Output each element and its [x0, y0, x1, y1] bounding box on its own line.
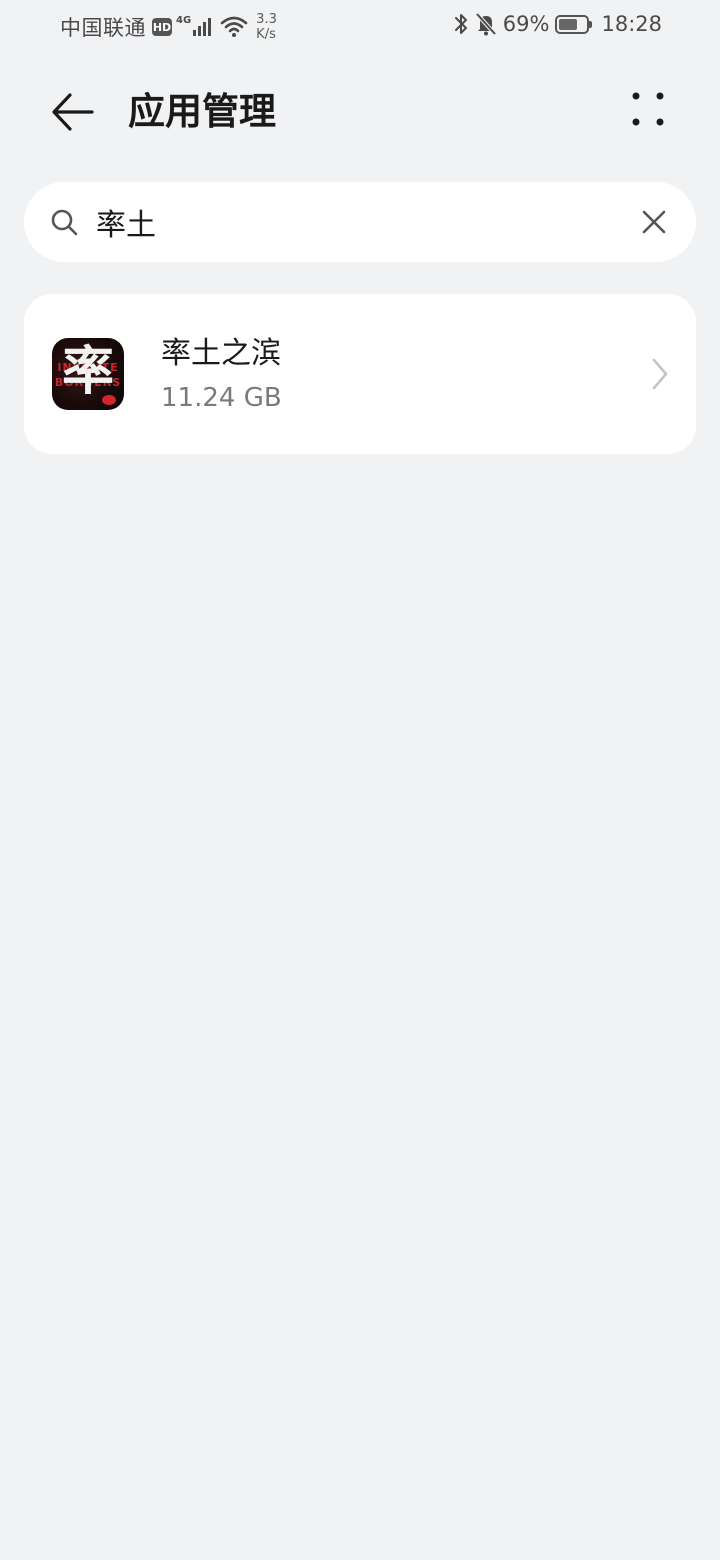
- carrier-name: 中国联通: [60, 16, 146, 40]
- status-bar-right: 69% 18:28: [453, 12, 662, 36]
- page-title: 应用管理: [128, 90, 276, 133]
- publisher-logo-icon: [102, 395, 116, 405]
- status-bar: 中国联通 HD 4G 3.3 K/s 69% 18:28: [0, 0, 720, 56]
- wifi-icon: [220, 16, 248, 37]
- bluetooth-icon: [454, 14, 467, 34]
- search-input[interactable]: [96, 196, 616, 248]
- app-icon-glyph: 率: [61, 342, 114, 402]
- more-dots-icon: [632, 92, 664, 126]
- bell-muted-icon: [475, 12, 497, 36]
- more-options-button[interactable]: [620, 88, 676, 136]
- network-speed: 3.3 K/s: [256, 12, 277, 42]
- app-icon: INFINITE BORDERS 率: [52, 338, 124, 410]
- hd-badge: HD: [152, 18, 172, 36]
- app-name: 率土之滨: [161, 336, 281, 371]
- clear-search-button[interactable]: [636, 204, 672, 240]
- battery-icon: [555, 14, 593, 34]
- app-size: 11.24 GB: [161, 383, 282, 413]
- arrow-left-icon: [52, 93, 94, 131]
- status-bar-left: 中国联通 HD 4G 3.3 K/s: [60, 12, 277, 42]
- search-bar: [24, 182, 696, 262]
- back-button[interactable]: [44, 84, 100, 140]
- app-header: 应用管理: [0, 72, 720, 152]
- battery-level-fill: [559, 18, 578, 30]
- battery-percent: 69%: [502, 12, 550, 36]
- app-list-item[interactable]: INFINITE BORDERS 率 率土之滨 11.24 GB: [24, 294, 696, 454]
- clock: 18:28: [601, 12, 662, 36]
- search-icon: [51, 209, 78, 236]
- close-icon: [642, 210, 666, 234]
- network-speed-unit: K/s: [256, 27, 276, 42]
- chevron-right-icon: [652, 358, 668, 390]
- network-generation: 4G: [176, 14, 192, 26]
- network-speed-value: 3.3: [256, 12, 277, 27]
- signal-bars-icon: [193, 18, 212, 36]
